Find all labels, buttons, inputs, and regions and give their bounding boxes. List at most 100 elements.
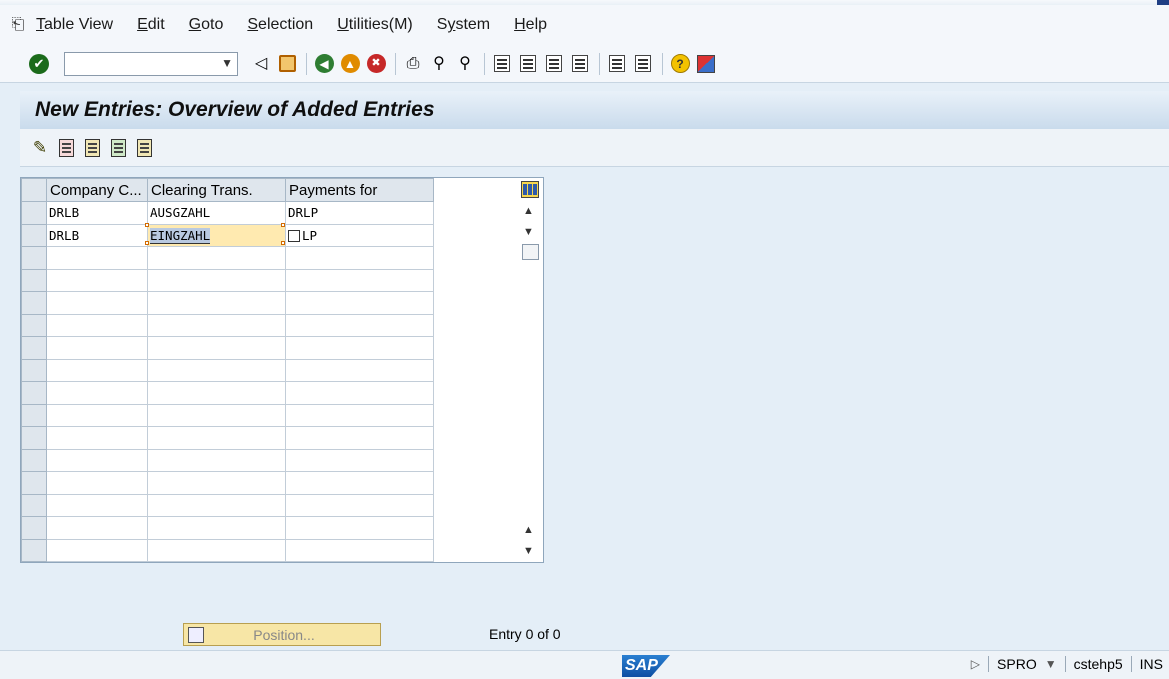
position-button[interactable]: Position... <box>183 623 381 646</box>
first-page-button[interactable] <box>491 53 513 75</box>
select-all-button[interactable] <box>81 137 103 159</box>
column-header-clearing-trans[interactable]: Clearing Trans. <box>147 178 286 202</box>
cell-clearing-trans[interactable] <box>147 246 286 270</box>
selection-handle[interactable] <box>281 223 285 227</box>
row-selector[interactable] <box>21 403 47 427</box>
cell-company-code[interactable] <box>46 493 148 517</box>
cell-payments-for[interactable] <box>285 381 434 405</box>
cell-clearing-trans[interactable] <box>147 493 286 517</box>
cell-company-code[interactable]: DRLB <box>46 223 148 247</box>
row-selector[interactable] <box>21 246 47 270</box>
row-selector[interactable] <box>21 516 47 540</box>
cell-payments-for[interactable]: DRLP <box>285 201 434 225</box>
find-next-button[interactable]: ⚲ <box>454 53 476 75</box>
row-selector[interactable] <box>21 201 47 225</box>
cell-payments-for[interactable] <box>285 516 434 540</box>
cell-payments-for[interactable] <box>285 538 434 562</box>
cell-clearing-trans[interactable] <box>147 426 286 450</box>
cell-company-code[interactable] <box>46 268 148 292</box>
menu-edit[interactable]: Edit <box>137 16 165 34</box>
cell-payments-for[interactable] <box>285 313 434 337</box>
shortcut-button[interactable] <box>632 53 654 75</box>
next-page-button[interactable] <box>543 53 565 75</box>
cell-clearing-trans[interactable] <box>147 381 286 405</box>
cell-payments-for[interactable]: LP <box>285 223 434 247</box>
select-block-button[interactable] <box>107 137 129 159</box>
menu-utilities[interactable]: Utilities(M) <box>337 16 413 34</box>
cell-payments-for[interactable] <box>285 246 434 270</box>
cell-clearing-trans[interactable] <box>147 313 286 337</box>
menu-help[interactable]: Help <box>514 16 547 34</box>
row-selector[interactable] <box>21 268 47 292</box>
cell-payments-for[interactable] <box>285 403 434 427</box>
row-selector[interactable] <box>21 493 47 517</box>
help-button[interactable]: ? <box>669 53 691 75</box>
last-page-button[interactable] <box>569 53 591 75</box>
window-menu-icon[interactable]: ⎗ <box>0 16 36 34</box>
cell-clearing-trans[interactable] <box>147 538 286 562</box>
menu-system[interactable]: System <box>437 16 490 34</box>
cell-company-code[interactable] <box>46 471 148 495</box>
cell-payments-for[interactable] <box>285 291 434 315</box>
chevron-down-icon[interactable]: ▼ <box>1045 657 1057 671</box>
cell-clearing-trans[interactable] <box>147 358 286 382</box>
row-selector[interactable] <box>21 336 47 360</box>
expand-collapse-button[interactable]: ◁ <box>250 53 272 75</box>
row-selector[interactable] <box>21 381 47 405</box>
table-settings-icon[interactable] <box>521 181 539 198</box>
command-field[interactable]: ▼ <box>64 51 238 76</box>
cell-payments-for[interactable] <box>285 336 434 360</box>
row-selector[interactable] <box>21 471 47 495</box>
row-selector[interactable] <box>21 291 47 315</box>
chevron-down-icon[interactable]: ▼ <box>221 56 233 70</box>
copy-icon[interactable] <box>288 230 300 243</box>
cell-company-code[interactable] <box>46 358 148 382</box>
delete-button[interactable] <box>55 137 77 159</box>
cell-clearing-trans[interactable] <box>147 291 286 315</box>
cell-company-code[interactable] <box>46 336 148 360</box>
previous-page-button[interactable] <box>517 53 539 75</box>
cell-clearing-trans[interactable] <box>147 403 286 427</box>
deselect-all-button[interactable] <box>133 137 155 159</box>
back-button[interactable]: ◀ <box>313 53 335 75</box>
row-selector[interactable] <box>21 426 47 450</box>
cell-company-code[interactable] <box>46 448 148 472</box>
cell-company-code[interactable] <box>46 426 148 450</box>
selection-handle[interactable] <box>281 241 285 245</box>
select-all-rows-cell[interactable] <box>21 178 47 202</box>
menu-goto[interactable]: Goto <box>189 16 224 34</box>
cell-company-code[interactable] <box>46 516 148 540</box>
cell-company-code[interactable] <box>46 246 148 270</box>
cell-payments-for[interactable] <box>285 493 434 517</box>
cell-payments-for[interactable] <box>285 448 434 472</box>
cell-clearing-trans[interactable] <box>147 448 286 472</box>
cell-clearing-trans[interactable] <box>147 471 286 495</box>
row-selector[interactable] <box>21 538 47 562</box>
layout-menu-button[interactable] <box>695 53 717 75</box>
cell-company-code[interactable]: DRLB <box>46 201 148 225</box>
cell-company-code[interactable] <box>46 381 148 405</box>
row-selector[interactable] <box>21 448 47 472</box>
scroll-up-arrow-icon[interactable]: ▲ <box>523 524 534 536</box>
scroll-up-arrow-icon[interactable]: ▲ <box>523 205 534 217</box>
column-header-payments-for[interactable]: Payments for <box>285 178 434 202</box>
cell-company-code[interactable] <box>46 291 148 315</box>
scrollbar-thumb[interactable] <box>522 244 539 260</box>
row-selector[interactable] <box>21 358 47 382</box>
exit-button[interactable]: ▲ <box>339 53 361 75</box>
scroll-down-arrow-icon[interactable]: ▼ <box>523 226 534 238</box>
display-change-button[interactable]: ✎ <box>29 137 51 159</box>
cell-company-code[interactable] <box>46 403 148 427</box>
menu-selection[interactable]: Selection <box>247 16 313 34</box>
cell-clearing-trans-focused[interactable]: EINGZAHL <box>147 223 286 247</box>
column-header-company-code[interactable]: Company C... <box>46 178 148 202</box>
cell-payments-for[interactable] <box>285 358 434 382</box>
enter-button[interactable]: ✔ <box>28 53 50 75</box>
row-selector[interactable] <box>21 223 47 247</box>
cell-clearing-trans[interactable] <box>147 268 286 292</box>
cell-clearing-trans[interactable] <box>147 516 286 540</box>
status-expand-icon[interactable]: ▷ <box>971 657 980 671</box>
menu-table-view[interactable]: Table View <box>36 16 113 34</box>
cell-company-code[interactable] <box>46 313 148 337</box>
cancel-button[interactable]: ✖ <box>365 53 387 75</box>
